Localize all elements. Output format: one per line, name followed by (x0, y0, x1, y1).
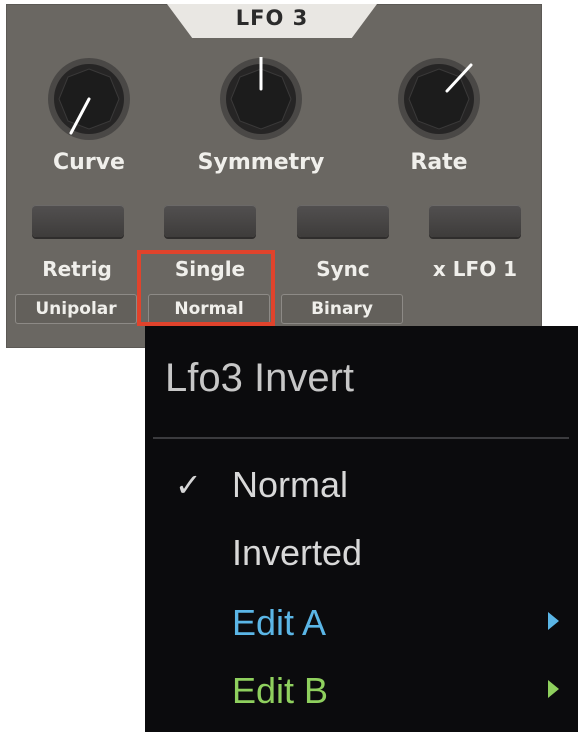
symmetry-label: Symmetry (197, 150, 325, 175)
menu-item-label: Edit B (232, 670, 329, 711)
check-icon: ✓ (175, 466, 202, 504)
menu-item-label: Normal (232, 464, 349, 505)
rate-knob[interactable] (397, 57, 481, 141)
curve-knob[interactable] (47, 57, 131, 141)
menu-item-edit-b[interactable]: Edit B (145, 666, 578, 720)
menu-item-label: Edit A (232, 602, 327, 643)
submenu-arrow-icon (548, 612, 559, 630)
x-lfo1-button[interactable] (429, 205, 521, 237)
retrig-label: Retrig (42, 257, 112, 281)
menu-item-edit-a[interactable]: Edit A (145, 598, 578, 652)
binary-selector[interactable]: Binary (281, 294, 403, 324)
sync-label: Sync (316, 257, 370, 281)
x-lfo1-label: x LFO 1 (432, 257, 518, 281)
menu-title: Lfo3 Invert (165, 356, 355, 400)
menu-item-normal[interactable]: ✓ Normal (145, 460, 578, 514)
menu-item-label: Inverted (232, 532, 363, 573)
curve-label: Curve (53, 150, 125, 175)
submenu-arrow-icon (548, 680, 559, 698)
highlight-box (137, 250, 275, 326)
rate-label: Rate (410, 150, 468, 175)
unipolar-selector[interactable]: Unipolar (15, 294, 137, 324)
menu-divider (153, 437, 569, 439)
lfo3-invert-menu: Lfo3 Invert ✓ Normal Inverted Edit A Edi… (145, 326, 578, 732)
symmetry-knob[interactable] (219, 57, 303, 141)
sync-button[interactable] (297, 205, 389, 237)
panel-title: LFO 3 (235, 6, 309, 30)
retrig-button[interactable] (32, 205, 124, 237)
menu-item-inverted[interactable]: Inverted (145, 528, 578, 582)
panel-title-tab: LFO 3 (167, 4, 377, 38)
single-button[interactable] (164, 205, 256, 237)
